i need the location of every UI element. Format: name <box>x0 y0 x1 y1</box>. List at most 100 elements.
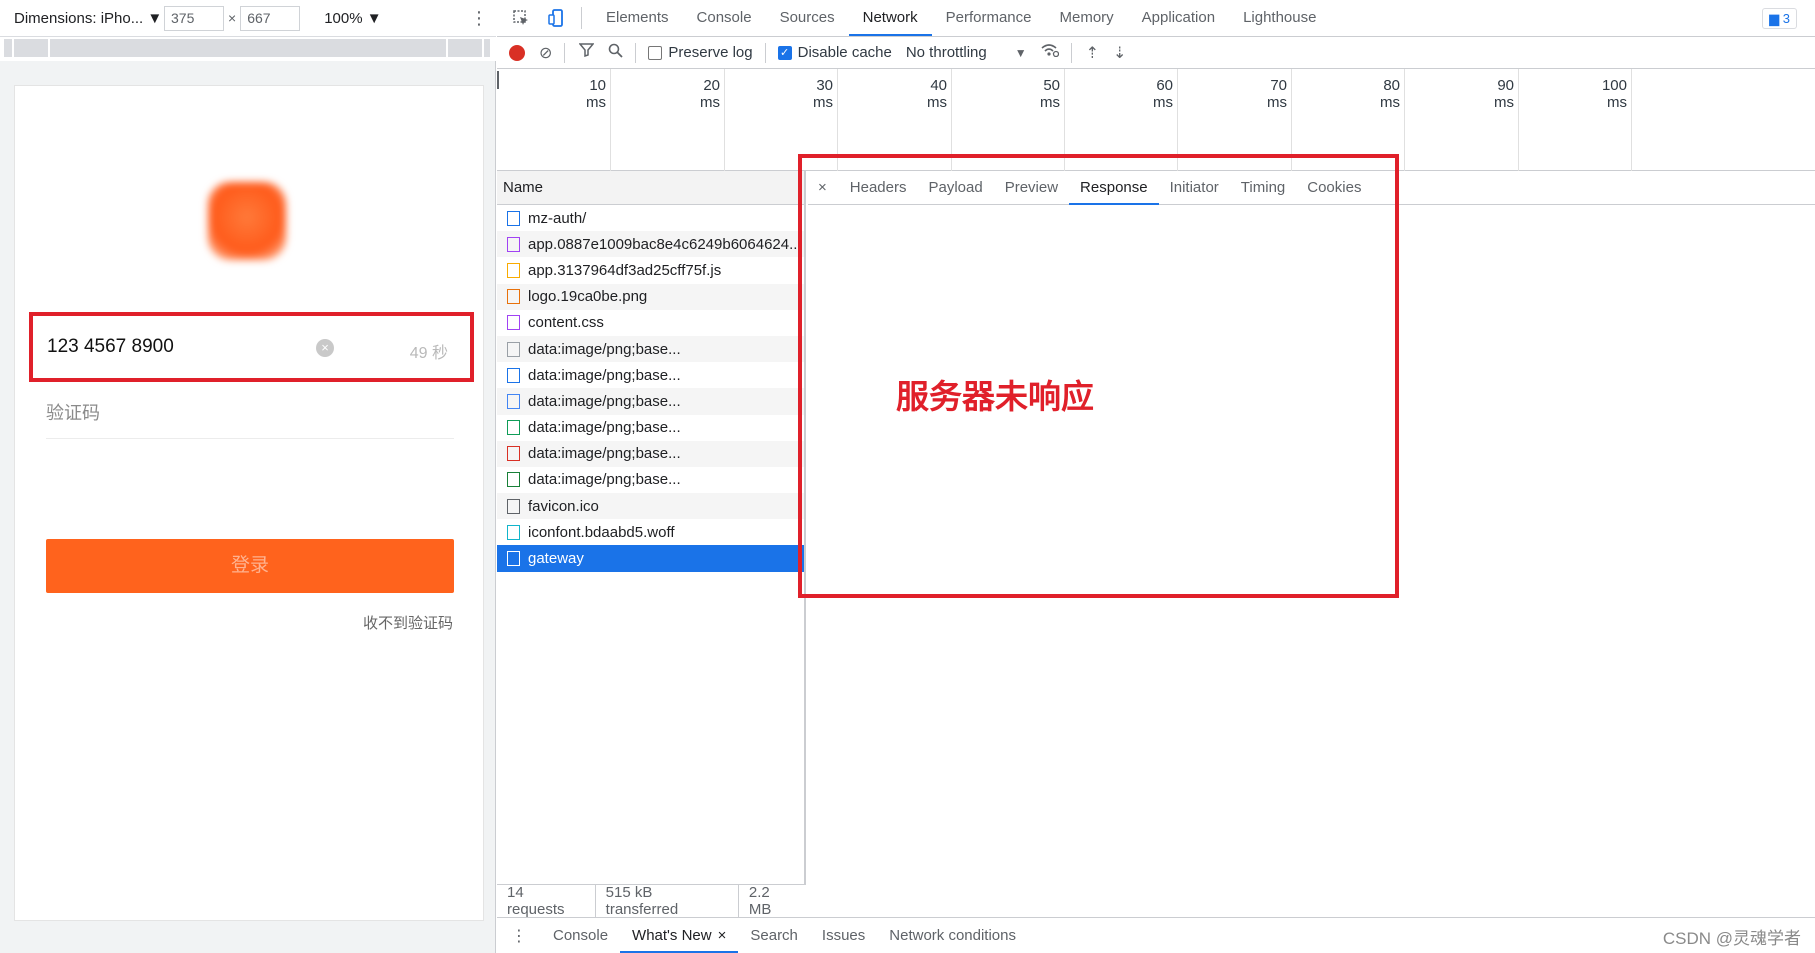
request-row[interactable]: logo.19ca0be.png <box>497 283 804 310</box>
ruler-divider <box>482 39 484 57</box>
media-query-ruler[interactable] <box>0 37 496 61</box>
request-row[interactable]: data:image/png;base... <box>497 388 804 415</box>
request-name: app.0887e1009bac8e4c6249b6064624... <box>528 235 802 253</box>
timeline-gridline <box>1631 69 1632 171</box>
device-width-input[interactable]: 375 <box>164 5 224 31</box>
timeline-tick-label: 60 ms <box>1153 77 1173 111</box>
inspect-element-icon[interactable] <box>509 7 533 29</box>
app-logo <box>208 182 286 260</box>
request-row[interactable]: data:image/png;base... <box>497 440 804 467</box>
disable-cache-label: Disable cache <box>797 44 892 61</box>
toolbar-separator <box>764 42 766 63</box>
device-toggle-icon[interactable] <box>545 7 569 29</box>
ruler-divider <box>48 39 50 57</box>
filter-icon[interactable] <box>578 43 596 62</box>
device-dimensions-select[interactable]: Dimensions: iPho... ▼ <box>14 10 164 27</box>
request-row[interactable]: data:image/png;base... <box>497 467 804 493</box>
request-name: app.3137964df3ad25cff75f.js <box>528 261 722 279</box>
throttling-label: No throttling <box>905 44 987 61</box>
request-row[interactable]: data:image/png;base... <box>497 335 804 363</box>
search-icon[interactable] <box>608 43 624 63</box>
drawer-tab-label: Search <box>750 927 798 944</box>
timeline-tick-label: 70 ms <box>1267 77 1287 111</box>
request-rows: mz-auth/app.0887e1009bac8e4c6249b6064624… <box>497 205 804 572</box>
countdown-label: 49 秒 <box>409 345 448 362</box>
devtools-tabbar: Elements Console Sources Network Performance… <box>497 0 1815 37</box>
drawer-tab-search[interactable]: Search <box>738 918 810 953</box>
phone-number-value: 123 4567 8900 <box>47 336 174 357</box>
ruler-bar <box>4 39 490 57</box>
tabbar-separator <box>581 7 582 29</box>
drawer-tab-console[interactable]: Console <box>541 918 620 953</box>
drawer-menu-icon[interactable]: ⋮ <box>511 926 527 946</box>
clear-icon[interactable]: × <box>316 339 334 357</box>
request-row[interactable]: iconfont.bdaabd5.woff <box>497 519 804 545</box>
record-icon[interactable] <box>509 44 525 61</box>
close-tab-icon[interactable]: × <box>718 927 727 944</box>
tab-memory[interactable]: Memory <box>1046 0 1128 36</box>
chevron-down-icon[interactable]: ▼ <box>1015 46 1027 60</box>
device-height-input[interactable]: 667 <box>240 5 301 31</box>
export-har-icon[interactable]: ⇣ <box>1113 43 1126 63</box>
verification-code-input[interactable]: 验证码 <box>46 389 454 439</box>
request-row[interactable]: data:image/png;base... <box>497 362 804 388</box>
zoom-select[interactable]: 100% ▼ <box>324 10 381 27</box>
request-name: gateway <box>528 550 584 568</box>
image-icon <box>507 472 520 488</box>
request-name: favicon.ico <box>528 497 599 515</box>
clear-log-icon[interactable]: ⊘ <box>539 43 552 63</box>
timeline-tick-label: 20 ms <box>700 77 720 111</box>
file-icon <box>507 551 520 567</box>
request-row[interactable]: app.3137964df3ad25cff75f.js <box>497 257 804 283</box>
tab-application[interactable]: Application <box>1128 0 1229 36</box>
image-icon <box>507 289 520 305</box>
dimension-times-sign: × <box>228 10 237 26</box>
request-row[interactable]: content.css <box>497 310 804 336</box>
phone-viewport: 123 4567 8900 × 49 秒 验证码 登录 收不到验证码 <box>14 85 484 921</box>
stylesheet-icon <box>507 315 520 331</box>
preserve-log-label: Preserve log <box>668 44 753 61</box>
request-row[interactable]: favicon.ico <box>497 493 804 520</box>
column-header-name[interactable]: Name <box>497 171 804 205</box>
drawer-tab-label: Network conditions <box>889 927 1016 944</box>
drawer-tab-network-conditions[interactable]: Network conditions <box>877 918 1028 953</box>
toolbar-separator <box>635 42 637 63</box>
tab-console[interactable]: Console <box>683 0 766 36</box>
login-button[interactable]: 登录 <box>46 539 454 593</box>
document-icon <box>507 210 520 226</box>
import-har-icon[interactable]: ⇡ <box>1086 43 1099 63</box>
network-conditions-icon[interactable] <box>1041 43 1059 62</box>
tab-elements[interactable]: Elements <box>592 0 683 36</box>
ruler-divider <box>12 39 14 57</box>
tab-lighthouse[interactable]: Lighthouse <box>1229 0 1330 36</box>
request-row[interactable]: app.0887e1009bac8e4c6249b6064624... <box>497 231 804 258</box>
phone-number-field[interactable]: 123 4567 8900 × 49 秒 <box>29 312 474 382</box>
request-row[interactable]: mz-auth/ <box>497 205 804 231</box>
throttling-select[interactable]: No throttling <box>906 44 987 61</box>
request-name: logo.19ca0be.png <box>528 288 648 306</box>
image-icon <box>507 446 520 462</box>
drawer-tab-what-s-new[interactable]: What's New × <box>620 918 739 953</box>
tab-sources[interactable]: Sources <box>766 0 849 36</box>
timeline-tick-label: 100 ms <box>1601 77 1627 111</box>
tab-network[interactable]: Network <box>848 0 932 36</box>
requests-table: Name mz-auth/app.0887e1009bac8e4c6249b60… <box>497 171 806 884</box>
drawer-tab-label: What's New <box>632 927 712 944</box>
more-options-icon[interactable]: ⋮ <box>470 8 488 29</box>
request-name: data:image/png;base... <box>528 340 681 358</box>
no-code-link[interactable]: 收不到验证码 <box>363 612 453 633</box>
response-message: 服务器未响应 <box>896 377 1094 416</box>
tab-performance[interactable]: Performance <box>932 0 1046 36</box>
preserve-log-checkbox[interactable] <box>648 45 663 60</box>
panel-tabs: Elements Console Sources Network Performance… <box>592 0 1330 36</box>
disable-cache-checkbox[interactable]: ✓ <box>777 45 792 60</box>
image-icon <box>507 367 520 383</box>
issues-badge[interactable]: ▆ 3 <box>1762 8 1797 29</box>
request-row[interactable]: data:image/png;base... <box>497 415 804 441</box>
request-name: data:image/png;base... <box>528 392 681 410</box>
request-row[interactable]: gateway <box>497 545 804 572</box>
timeline-cursor <box>497 71 499 89</box>
drawer-tab-issues[interactable]: Issues <box>810 918 877 953</box>
timeline-tick-label: 80 ms <box>1380 77 1400 111</box>
request-name: data:image/png;base... <box>528 366 681 384</box>
